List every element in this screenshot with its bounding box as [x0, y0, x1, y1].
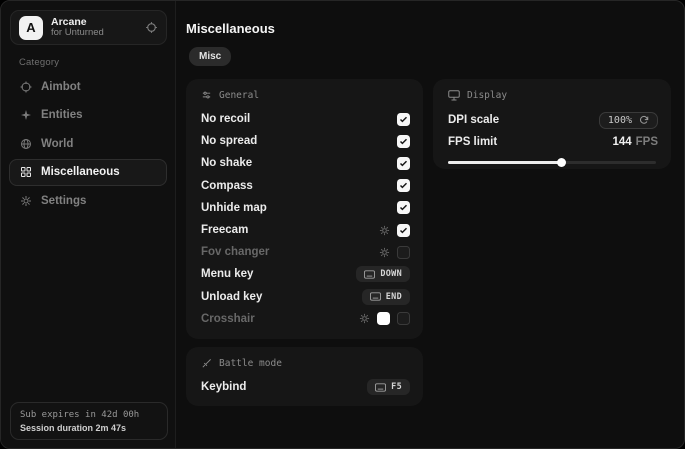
setting-row-unload-key: Unload key END [199, 286, 410, 308]
main-content: Miscellaneous Misc General No recoil No … [177, 1, 684, 448]
general-icon [201, 90, 212, 101]
fps-limit-value: 144 [612, 136, 631, 148]
keyboard-icon [364, 270, 375, 279]
no-shake-checkbox[interactable] [397, 157, 410, 170]
check-icon [399, 137, 408, 146]
slider-thumb[interactable] [557, 158, 566, 167]
battle-mode-panel: Battle mode Keybind F5 [186, 347, 423, 406]
fov-changer-gear-icon[interactable] [379, 247, 390, 258]
battle-keybind-button[interactable]: F5 [367, 379, 410, 395]
globe-icon [20, 138, 32, 150]
setting-row-no-shake: No shake [199, 152, 410, 174]
keyboard-icon [370, 292, 381, 301]
freecam-checkbox[interactable] [397, 224, 410, 237]
setting-row-no-spread: No spread [199, 130, 410, 152]
page-title: Miscellaneous [186, 21, 275, 36]
crosshair-color-swatch[interactable] [377, 312, 390, 325]
setting-row-fov-changer: Fov changer [199, 241, 410, 263]
dpi-scale-row: DPI scale 100% [446, 108, 658, 132]
crosshair-icon [20, 81, 32, 93]
sidebar-item-world[interactable]: World [9, 130, 167, 157]
sidebar-item-label: Miscellaneous [41, 166, 120, 178]
check-icon [399, 115, 408, 124]
sidebar-item-miscellaneous[interactable]: Miscellaneous [9, 159, 167, 186]
setting-row-unhide-map: Unhide map [199, 197, 410, 219]
category-label: Category [19, 57, 59, 68]
sidebar-nav: Aimbot Entities World Miscellaneous [9, 73, 167, 216]
dpi-scale-selector[interactable]: 100% [599, 112, 658, 129]
general-panel: General No recoil No spread No shake Com… [186, 79, 423, 339]
display-panel: Display DPI scale 100% FPS limit 144 FPS [433, 79, 671, 169]
setting-row-crosshair: Crosshair [199, 308, 410, 330]
tab-misc[interactable]: Misc [189, 47, 231, 66]
sidebar-item-settings[interactable]: Settings [9, 187, 167, 214]
setting-row-freecam: Freecam [199, 219, 410, 241]
grid-icon [20, 166, 32, 178]
menu-key-button[interactable]: DOWN [356, 266, 410, 282]
entities-icon [20, 109, 32, 121]
fps-limit-row: FPS limit 144 FPS [446, 132, 658, 152]
sidebar: A Arcane for Unturned Category Aimbot [1, 1, 176, 448]
check-icon [399, 181, 408, 190]
setting-row-compass: Compass [199, 175, 410, 197]
no-spread-checkbox[interactable] [397, 135, 410, 148]
logo-card: A Arcane for Unturned [10, 10, 167, 45]
battle-icon [201, 358, 212, 369]
unload-key-button[interactable]: END [362, 289, 410, 305]
check-icon [399, 159, 408, 168]
setting-row-no-recoil: No recoil [199, 108, 410, 130]
gear-icon [20, 195, 32, 207]
fov-changer-checkbox[interactable] [397, 246, 410, 259]
setting-row-keybind: Keybind F5 [199, 376, 410, 398]
no-recoil-checkbox[interactable] [397, 113, 410, 126]
keyboard-icon [375, 383, 386, 392]
crosshair-checkbox[interactable] [397, 312, 410, 325]
panel-title: Display [467, 90, 507, 101]
sidebar-item-label: Aimbot [41, 81, 81, 93]
subscription-status: Sub expires in 42d 00h Session duration … [10, 402, 168, 440]
panel-title: General [219, 90, 259, 101]
freecam-gear-icon[interactable] [379, 225, 390, 236]
dpi-scale-value: 100% [608, 115, 632, 126]
sidebar-item-label: World [41, 138, 73, 150]
unhide-map-checkbox[interactable] [397, 201, 410, 214]
sidebar-item-label: Settings [41, 195, 86, 207]
check-icon [399, 226, 408, 235]
app-subtitle: for Unturned [51, 28, 137, 39]
display-icon [448, 90, 460, 101]
crosshair-gear-icon[interactable] [359, 313, 370, 324]
session-duration-text: Session duration 2m 47s [20, 423, 158, 433]
app-window: A Arcane for Unturned Category Aimbot [0, 0, 685, 449]
fps-limit-slider[interactable] [446, 158, 658, 167]
refresh-icon[interactable] [639, 115, 649, 125]
panel-title: Battle mode [219, 358, 282, 369]
arcane-logo: A [19, 16, 43, 40]
target-icon[interactable] [145, 21, 158, 34]
sidebar-item-aimbot[interactable]: Aimbot [9, 73, 167, 100]
sidebar-item-label: Entities [41, 109, 83, 121]
check-icon [399, 203, 408, 212]
compass-checkbox[interactable] [397, 179, 410, 192]
setting-row-menu-key: Menu key DOWN [199, 263, 410, 285]
sub-expiry-text: Sub expires in 42d 00h [20, 410, 158, 420]
fps-limit-unit: FPS [636, 136, 658, 148]
sidebar-item-entities[interactable]: Entities [9, 102, 167, 129]
